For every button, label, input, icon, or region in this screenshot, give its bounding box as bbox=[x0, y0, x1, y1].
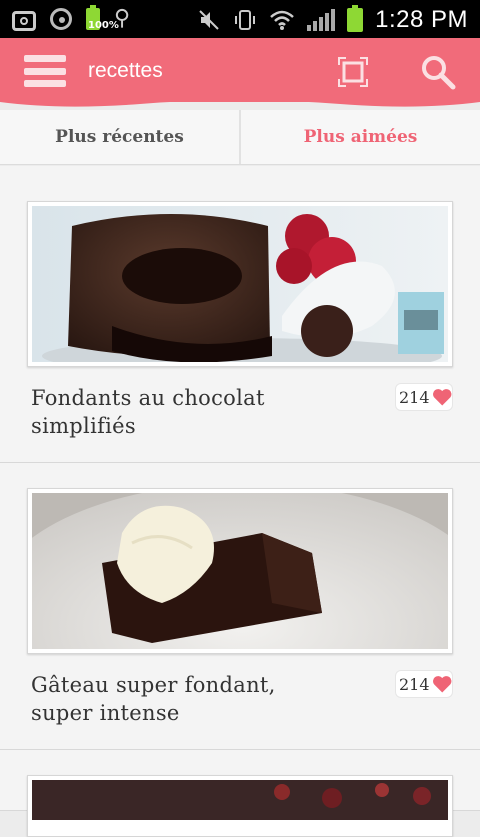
like-count: 214 bbox=[399, 674, 430, 694]
recipe-title-line: super intense bbox=[31, 701, 180, 725]
status-bar: ⚲ 100% 1:28 PM bbox=[0, 0, 480, 38]
recipe-card[interactable] bbox=[0, 750, 480, 837]
heart-icon bbox=[432, 389, 451, 406]
wifi-icon bbox=[270, 10, 294, 30]
recipe-photo bbox=[32, 493, 448, 649]
like-badge[interactable]: 214 bbox=[395, 670, 453, 698]
recipe-title[interactable]: Fondants au chocolat simplifiés bbox=[31, 384, 371, 440]
heart-icon bbox=[432, 676, 451, 693]
signal-icon bbox=[307, 9, 336, 31]
app-bar: recettes bbox=[0, 38, 480, 102]
camera-icon bbox=[12, 11, 36, 31]
recipe-title[interactable]: Gâteau super fondant, super intense bbox=[31, 671, 371, 727]
mute-icon bbox=[199, 10, 219, 30]
search-icon[interactable] bbox=[420, 54, 456, 90]
hamburger-icon[interactable] bbox=[24, 55, 66, 87]
battery-icon bbox=[347, 5, 364, 32]
recipe-photo bbox=[32, 780, 448, 820]
battery-percent: 100% bbox=[88, 20, 119, 31]
tab-plus-recentes[interactable]: Plus récentes bbox=[0, 110, 239, 164]
fullscreen-icon[interactable] bbox=[338, 57, 368, 87]
vibrate-icon bbox=[235, 10, 256, 30]
recipe-photo-frame[interactable] bbox=[27, 488, 453, 654]
tab-plus-aimees[interactable]: Plus aimées bbox=[241, 110, 480, 164]
like-count: 214 bbox=[399, 387, 430, 407]
tab-bar: Plus récentes Plus aimées bbox=[0, 110, 480, 165]
recipe-photo-frame[interactable] bbox=[27, 201, 453, 367]
record-icon bbox=[50, 8, 72, 30]
recipe-title-line: Fondants au chocolat bbox=[31, 386, 265, 410]
recipe-title-line: simplifiés bbox=[31, 414, 136, 438]
app-title: recettes bbox=[88, 59, 163, 82]
status-time: 1:28 PM bbox=[375, 6, 468, 33]
recipe-title-line: Gâteau super fondant, bbox=[31, 673, 276, 697]
recipe-photo bbox=[32, 206, 448, 362]
like-badge[interactable]: 214 bbox=[395, 383, 453, 411]
recipe-card[interactable]: Gâteau super fondant, super intense 214 bbox=[0, 463, 480, 750]
app-bar-wave bbox=[0, 96, 480, 107]
recipe-photo-frame[interactable] bbox=[27, 775, 453, 837]
recipe-card[interactable]: Fondants au chocolat simplifiés 214 bbox=[0, 166, 480, 463]
